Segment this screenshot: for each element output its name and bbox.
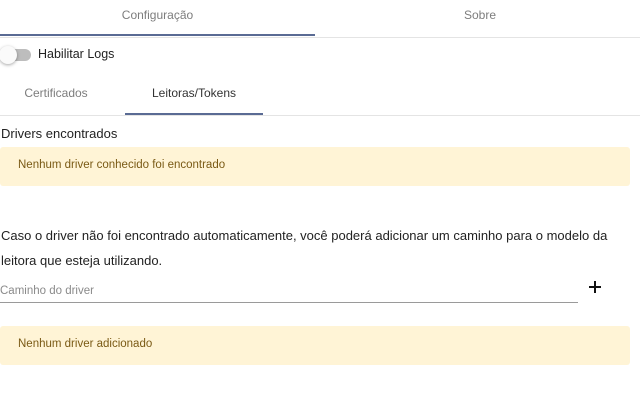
logs-toggle-row: Habilitar Logs (0, 44, 300, 66)
no-driver-added-alert: Nenhum driver adicionado (0, 326, 630, 365)
toggle-knob (0, 46, 17, 64)
no-driver-added-message: Nenhum driver adicionado (18, 338, 153, 350)
tab-configuracao[interactable]: Configuração (0, 0, 315, 34)
driver-path-field (0, 282, 578, 303)
driver-path-input[interactable] (0, 282, 576, 300)
tab-certificados[interactable]: Certificados (0, 74, 112, 113)
tab-leitoras-tokens[interactable]: Leitoras/Tokens (125, 74, 263, 113)
sub-tabs: Certificados Leitoras/Tokens (0, 74, 640, 116)
drivers-section-title: Drivers encontrados (1, 126, 118, 141)
tab-sobre[interactable]: Sobre (320, 0, 640, 34)
info-text: Caso o driver não foi encontrado automat… (1, 228, 608, 268)
no-driver-found-alert: Nenhum driver conhecido foi encontrado (0, 147, 630, 186)
plus-icon-vertical (594, 281, 596, 293)
add-driver-button[interactable] (585, 277, 605, 297)
active-tab-indicator (0, 34, 315, 36)
main-tabs: Configuração Sobre (0, 0, 640, 38)
no-driver-found-message: Nenhum driver conhecido foi encontrado (18, 159, 226, 171)
active-subtab-indicator (125, 113, 263, 115)
logs-toggle-switch[interactable] (0, 46, 31, 64)
logs-toggle-label: Habilitar Logs (38, 47, 115, 61)
